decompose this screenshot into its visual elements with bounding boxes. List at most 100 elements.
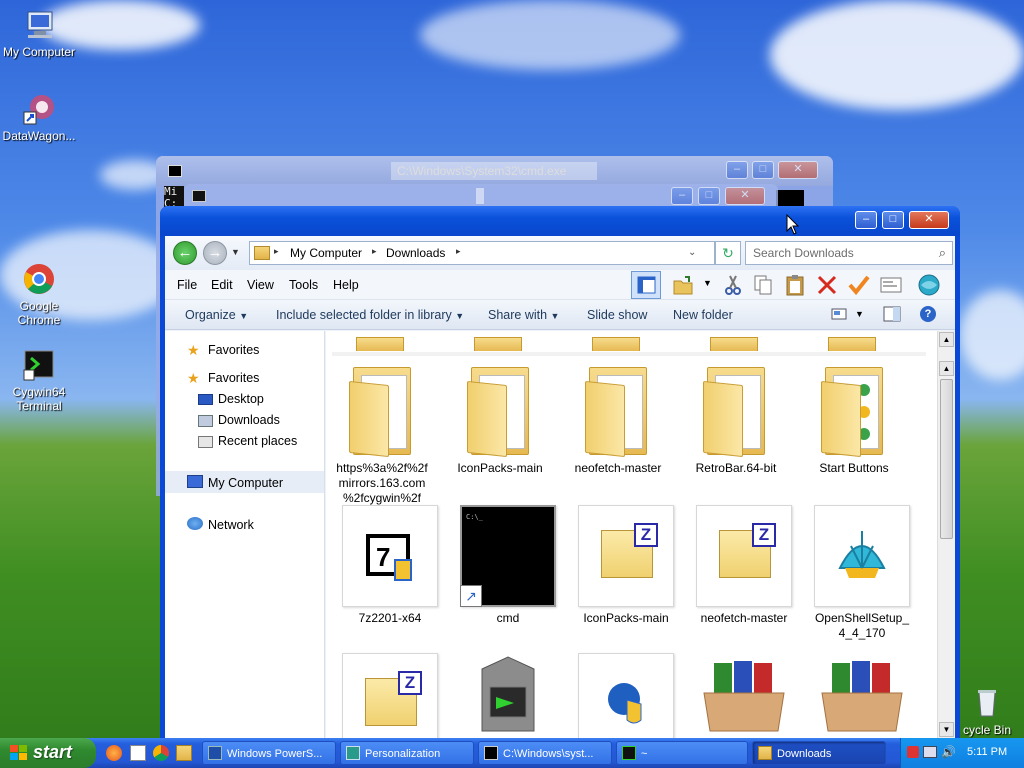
search-box[interactable]: Search Downloads ⌕	[745, 241, 953, 265]
breadcrumb-downloads[interactable]: Downloads	[386, 246, 445, 260]
chrome-icon[interactable]	[153, 745, 169, 761]
back-button[interactable]: ←	[173, 241, 197, 265]
scroll-up-arrow-icon[interactable]: ▲	[939, 332, 954, 347]
clock[interactable]: 5:11 PM	[967, 746, 1007, 758]
globe-shell-icon[interactable]	[917, 273, 941, 297]
security-alert-icon[interactable]	[907, 746, 919, 758]
start-button[interactable]: start	[0, 738, 96, 768]
scrollbar-thumb[interactable]	[940, 379, 953, 539]
include-in-library-button[interactable]: Include selected folder in library ▼	[276, 308, 464, 322]
help-icon[interactable]: ?	[920, 306, 936, 322]
chevron-down-icon[interactable]: ▼	[703, 278, 712, 288]
share-with-button[interactable]: Share with ▼	[488, 308, 559, 322]
nav-network[interactable]: Network	[208, 518, 254, 532]
nav-recent-places[interactable]: Recent places	[218, 434, 297, 448]
nav-favorites-top[interactable]: Favorites	[208, 343, 259, 357]
menu-help[interactable]: Help	[333, 278, 359, 292]
recent-pages-dropdown[interactable]: ▼	[231, 247, 240, 257]
nav-desktop[interactable]: Desktop	[218, 392, 264, 406]
list-item[interactable]	[806, 653, 918, 733]
menu-view[interactable]: View	[247, 278, 274, 292]
scroll-down-arrow-icon[interactable]: ▼	[939, 722, 954, 737]
preview-pane-icon[interactable]	[883, 306, 901, 322]
list-item[interactable]: Z	[334, 653, 446, 738]
minimize-button[interactable]: –	[726, 161, 748, 179]
folder-options-icon[interactable]	[671, 273, 695, 297]
list-item[interactable]	[570, 653, 682, 738]
close-button[interactable]: ✕	[725, 187, 765, 205]
minimize-button[interactable]: –	[855, 211, 877, 229]
nav-downloads[interactable]: Downloads	[218, 413, 280, 427]
nav-favorites[interactable]: Favorites	[208, 371, 259, 385]
folder-icon	[758, 746, 772, 760]
volume-icon[interactable]: 🔊	[941, 745, 956, 759]
minimize-button[interactable]: –	[671, 187, 693, 205]
list-item[interactable]: Z IconPacks-main	[570, 505, 682, 626]
list-item[interactable]: neofetch-master	[562, 361, 674, 476]
breadcrumb-my-computer[interactable]: My Computer	[290, 246, 362, 260]
network-icon[interactable]	[923, 746, 937, 758]
maximize-button[interactable]: □	[698, 187, 720, 205]
breadcrumb-arrow-icon[interactable]: ▸	[456, 246, 461, 257]
downloads-icon	[198, 415, 213, 427]
explorer-titlebar[interactable]: – □ ✕	[160, 206, 960, 236]
list-item[interactable]: Start Buttons	[798, 361, 910, 476]
view-dropdown-icon[interactable]: ▼	[855, 309, 864, 319]
list-item[interactable]: 7 7z2201-x64	[334, 505, 446, 626]
menu-edit[interactable]: Edit	[211, 278, 233, 292]
paste-icon[interactable]	[783, 273, 807, 297]
copy-icon[interactable]	[751, 273, 775, 297]
maximize-button[interactable]: □	[882, 211, 904, 229]
breadcrumb-arrow-icon[interactable]: ▸	[372, 246, 377, 257]
share-label: Share with	[488, 308, 548, 322]
layout-pane-icon[interactable]	[631, 271, 661, 299]
background-terminal-window[interactable]: – □ ✕	[184, 184, 778, 208]
desktop-icon-datawagon[interactable]: DataWagon...	[0, 92, 78, 143]
menu-tools[interactable]: Tools	[289, 278, 318, 292]
mouse-cursor-icon	[786, 213, 800, 239]
list-item[interactable]: Z neofetch-master	[688, 505, 800, 626]
desktop-icon-cygwin-terminal[interactable]: Cygwin64 Terminal	[0, 348, 78, 413]
task-personalization[interactable]: Personalization	[340, 741, 474, 765]
list-item[interactable]	[688, 653, 800, 733]
list-item[interactable]: RetroBar.64-bit	[680, 361, 792, 476]
notepad-icon[interactable]	[130, 745, 146, 761]
close-button[interactable]: ✕	[778, 161, 818, 179]
address-bar[interactable]: ▸ My Computer ▸ Downloads ▸ ⌄	[249, 241, 715, 265]
console-titlebar[interactable]: C:\Windows\System32\cmd.exe – □ ✕	[156, 156, 833, 186]
new-folder-button[interactable]: New folder	[673, 308, 733, 322]
list-item[interactable]	[452, 653, 564, 733]
organize-button[interactable]: Organize ▼	[185, 308, 248, 322]
desktop-icon-my-computer[interactable]: My Computer	[0, 8, 78, 59]
change-view-icon[interactable]	[831, 306, 849, 322]
explorer-window[interactable]: – □ ✕ ← → ▼ ▸ My Computer ▸ Downloads ▸ …	[160, 206, 960, 738]
forward-button[interactable]: →	[203, 241, 227, 265]
slide-show-button[interactable]: Slide show	[587, 308, 647, 322]
cut-icon[interactable]	[721, 273, 745, 297]
task-cygwin[interactable]: ~	[616, 741, 748, 765]
scroll-up-arrow-icon[interactable]: ▲	[939, 361, 954, 376]
checkmark-icon[interactable]	[847, 273, 871, 297]
personalization-icon	[346, 746, 360, 760]
vertical-scrollbar[interactable]: ▲ ▲ ▼	[937, 331, 955, 738]
delete-icon[interactable]	[815, 273, 839, 297]
properties-icon[interactable]	[879, 273, 903, 297]
menu-file[interactable]: File	[177, 278, 197, 292]
desktop-icon-google-chrome[interactable]: Google Chrome	[0, 262, 78, 327]
task-cmd[interactable]: C:\Windows\syst...	[478, 741, 612, 765]
task-windows-powershell[interactable]: Windows PowerS...	[202, 741, 336, 765]
list-item[interactable]: OpenShellSetup_ 4_4_170	[806, 505, 918, 641]
nav-my-computer[interactable]: My Computer	[208, 476, 283, 490]
list-item[interactable]: C:\_ ↗ cmd	[452, 505, 564, 626]
refresh-button[interactable]: ↻	[715, 241, 741, 265]
breadcrumb-arrow-icon[interactable]: ▸	[274, 246, 279, 257]
search-icon[interactable]: ⌕	[939, 242, 946, 264]
firefox-icon[interactable]	[106, 745, 122, 761]
list-item[interactable]: https%3a%2f%2f mirrors.163.com %2fcygwin…	[326, 361, 438, 506]
explorer-icon[interactable]	[176, 745, 192, 761]
close-button[interactable]: ✕	[909, 211, 949, 229]
list-item[interactable]: IconPacks-main	[444, 361, 556, 476]
address-dropdown-icon[interactable]: ⌄	[688, 247, 696, 258]
maximize-button[interactable]: □	[752, 161, 774, 179]
task-downloads[interactable]: Downloads	[752, 741, 886, 765]
